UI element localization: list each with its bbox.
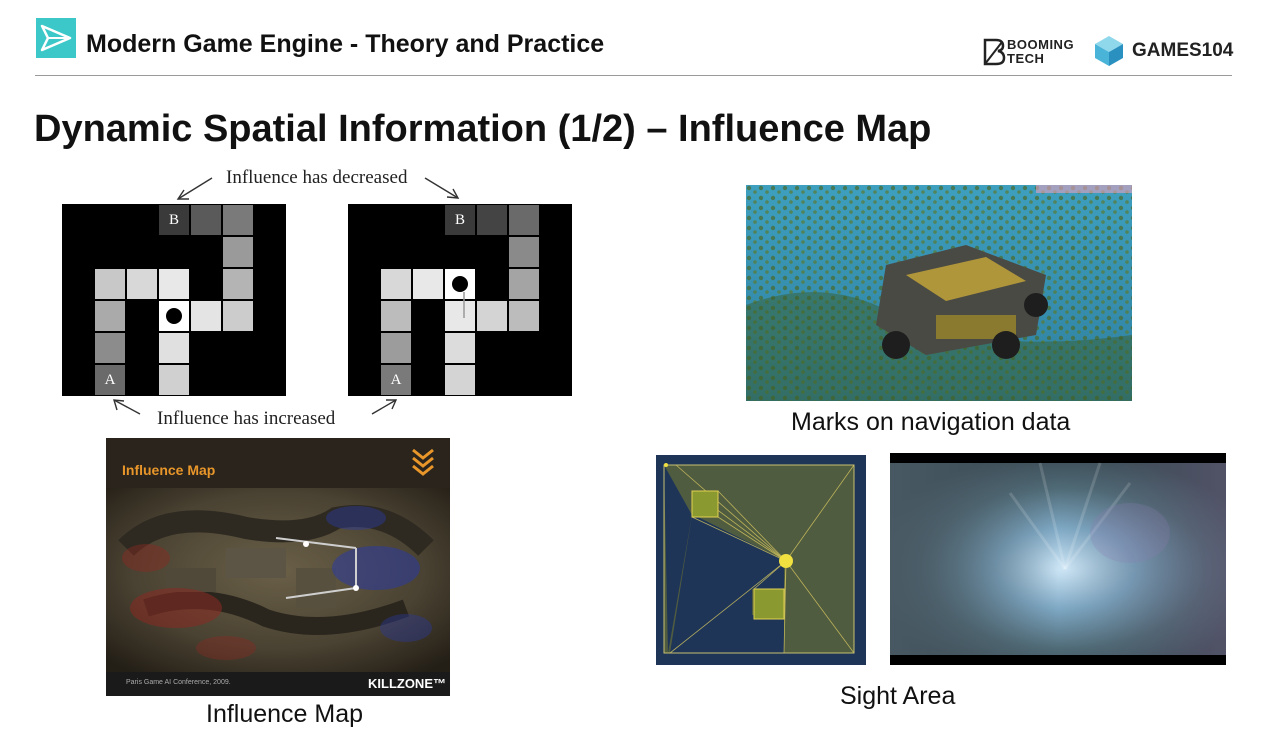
- booming-b-icon: [983, 38, 1006, 66]
- sight-area-diagram: [656, 455, 866, 665]
- navigation-marks-image: [746, 185, 1132, 401]
- movement-trail-icon: [463, 292, 465, 318]
- obstacle-top: [691, 490, 719, 518]
- label-influence-increased: Influence has increased: [157, 408, 336, 429]
- killzone-map-image: [106, 488, 450, 672]
- arrow-bottom-left: [113, 399, 141, 415]
- sight-area-image: [890, 462, 1226, 655]
- tech-text: TECH: [1007, 51, 1045, 66]
- caption-navigation: Marks on navigation data: [791, 408, 1071, 436]
- killzone-emblem-icon: [412, 448, 434, 476]
- games104-cube-icon: [1092, 34, 1126, 68]
- obstacle-bottom: [753, 588, 785, 620]
- caption-sight-area: Sight Area: [840, 682, 956, 710]
- grid-cell-b: B: [158, 204, 190, 236]
- killzone-footer-credit: Paris Game AI Conference, 2009.: [126, 679, 231, 686]
- unit-marker-before: [158, 300, 190, 332]
- grid-cell-a-after: A: [380, 364, 412, 396]
- killzone-influence-screenshot: Influence Map Paris Game AI Conference, …: [106, 438, 450, 696]
- navigation-marks-screenshot: [746, 185, 1132, 401]
- caption-influence-map: Influence Map: [206, 700, 364, 728]
- sight-area-screenshot: [890, 453, 1226, 665]
- killzone-footer-brand: KILLZONE™: [368, 676, 446, 691]
- arrow-top-left: [177, 177, 213, 200]
- viewer-point: [779, 554, 793, 568]
- influence-grid-before: B A: [62, 204, 286, 396]
- grid-cell-b-after: B: [444, 204, 476, 236]
- games104-text: GAMES104: [1132, 40, 1234, 61]
- booming-text: BOOMING: [1007, 37, 1075, 52]
- booming-tech-logo: BOOMING TECH: [982, 36, 1082, 68]
- grid-cell-a: A: [94, 364, 126, 396]
- killzone-header-title: Influence Map: [122, 462, 216, 478]
- arrow-top-right: [424, 177, 459, 199]
